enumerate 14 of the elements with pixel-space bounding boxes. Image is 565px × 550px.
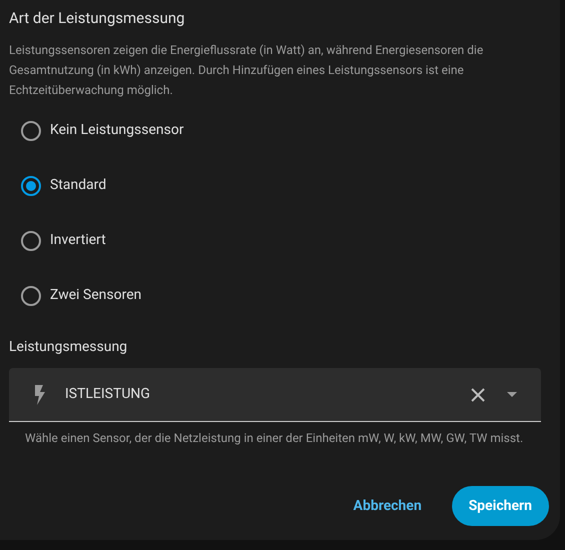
dialog-title: Art der Leistungsmessung: [9, 8, 185, 28]
radio-option[interactable]: Standard: [9, 158, 106, 213]
clear-icon[interactable]: [471, 388, 485, 402]
radio-option[interactable]: Kein Leistungssensor: [9, 103, 184, 158]
cancel-button[interactable]: Abbrechen: [353, 486, 422, 526]
section-label: Leistungsmessung: [9, 338, 128, 357]
sensor-select[interactable]: ISTLEISTUNG: [9, 368, 541, 422]
dropdown-caret-icon[interactable]: [507, 392, 517, 397]
helper-text: Wähle einen Sensor, der die Netzleistung in einer der Einheiten mW, W, kW, MW, GW, TW misst.: [24, 431, 524, 445]
lightning-icon: [33, 384, 47, 404]
radio-option[interactable]: Zwei Sensoren: [9, 268, 142, 323]
description-text: Leistungssensoren zeigen die Energieflussrate (in Watt) an, während Energiesensoren die Gesamtnutzung (in kWh) anzeigen. Durch Hinzufügen eines Leistungssensors ist eine Echtzeitüberwachung möglich.: [9, 42, 484, 99]
select-value: ISTLEISTUNG: [65, 385, 152, 404]
radio-option[interactable]: Invertiert: [9, 213, 106, 268]
